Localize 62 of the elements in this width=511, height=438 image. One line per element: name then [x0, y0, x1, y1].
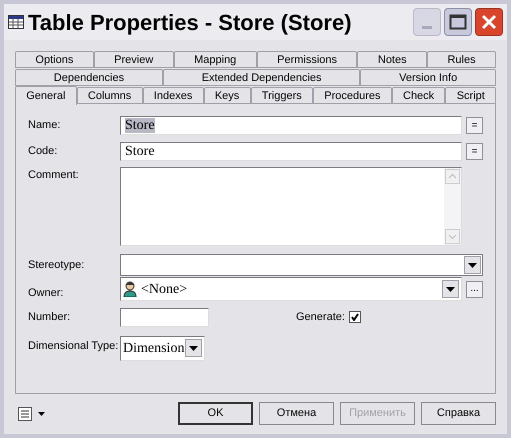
tab[interactable]: Version Info: [360, 69, 496, 86]
tab[interactable]: Dependencies: [15, 69, 163, 86]
tab[interactable]: Permissions: [256, 51, 358, 68]
field-label: Code:: [28, 144, 58, 160]
list-menu-button[interactable]: [18, 406, 45, 420]
field-label: Dimensional Type:: [28, 338, 120, 354]
dialog-button[interactable]: Справка: [421, 402, 496, 425]
tab[interactable]: Preview: [94, 51, 174, 68]
name-sync-button[interactable]: =: [466, 117, 483, 134]
tab[interactable]: Keys: [204, 87, 251, 104]
scrollbar[interactable]: [444, 168, 461, 245]
dialog-button[interactable]: OK: [178, 402, 253, 425]
caret-icon: [468, 262, 477, 268]
caret-icon: [189, 346, 198, 350]
scroll-up-icon: [445, 169, 460, 184]
field-label: Owner:: [28, 286, 64, 301]
tab[interactable]: Options: [15, 51, 94, 68]
tab[interactable]: Extended Dependencies: [162, 69, 360, 86]
generate-label: Generate:: [296, 310, 345, 325]
dropdown-button[interactable]: [185, 339, 202, 357]
tab[interactable]: Notes: [357, 51, 428, 68]
dropdown-button[interactable]: [464, 256, 481, 274]
tab[interactable]: Mapping: [174, 51, 257, 68]
owner-combo[interactable]: <None>: [120, 277, 462, 302]
person-icon: [123, 281, 137, 298]
table-icon: [8, 15, 24, 29]
dropdown-button[interactable]: [442, 280, 459, 298]
tab[interactable]: Columns: [76, 87, 143, 104]
code-field[interactable]: Store: [120, 142, 462, 161]
code-sync-button[interactable]: =: [466, 143, 483, 160]
window-title: Table Properties - Store (Store): [28, 8, 353, 37]
name-field[interactable]: Store: [120, 116, 462, 135]
tab[interactable]: Triggers: [250, 87, 313, 104]
tab[interactable]: Check: [392, 87, 446, 104]
list-icon: [18, 406, 32, 420]
stereotype-combo[interactable]: [120, 254, 483, 276]
dialog-button[interactable]: Отмена: [259, 402, 334, 425]
caret-icon: [38, 412, 45, 416]
maximize-button[interactable]: [444, 8, 472, 36]
tab[interactable]: General: [15, 86, 77, 105]
tab[interactable]: Rules: [427, 51, 496, 68]
close-icon: [481, 14, 497, 30]
check-icon: [350, 313, 359, 321]
number-field[interactable]: [120, 308, 209, 326]
browse-button[interactable]: ...: [466, 280, 483, 298]
dimensional-type-dropdown[interactable]: Dimension: [120, 336, 206, 360]
field-label: Name:: [28, 118, 62, 134]
comment-field[interactable]: [120, 167, 462, 246]
scroll-down-icon: [445, 229, 460, 244]
tab[interactable]: Procedures: [312, 87, 392, 104]
owner-value: <None>: [141, 280, 188, 299]
generate-checkbox[interactable]: [348, 311, 361, 323]
caret-icon: [446, 286, 455, 292]
minimize-icon: [422, 26, 432, 29]
field-label: Comment:: [28, 168, 80, 183]
maximize-icon: [449, 14, 467, 30]
field-label: Number:: [28, 310, 72, 325]
field-value: Store: [125, 118, 155, 133]
field-label: Stereotype:: [28, 258, 86, 273]
tab[interactable]: Indexes: [142, 87, 204, 104]
tab[interactable]: Script: [445, 87, 496, 104]
close-button[interactable]: [475, 8, 503, 36]
